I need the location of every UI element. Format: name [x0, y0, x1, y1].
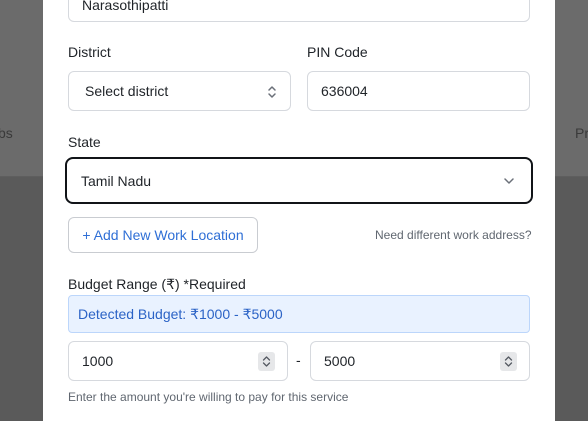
budget-range-label: Budget Range (₹) *Required	[68, 276, 246, 292]
budget-min-value: 1000	[82, 353, 114, 369]
budget-helper-text: Enter the amount you're willing to pay f…	[68, 390, 349, 404]
stepper-arrows-icon	[262, 356, 271, 367]
background-tab-text-left: bs	[0, 125, 13, 141]
budget-range-separator: -	[296, 352, 301, 368]
district-label: District	[68, 44, 111, 60]
updown-chevron-icon	[268, 86, 276, 98]
stepper-arrows-icon	[504, 356, 513, 367]
state-selected-value: Tamil Nadu	[81, 172, 152, 189]
district-select[interactable]: Select district	[68, 71, 291, 111]
address-value: Narasothipatti	[82, 0, 169, 13]
background-tab-text-right: Pr	[575, 125, 588, 141]
budget-max-value: 5000	[324, 353, 356, 369]
district-selected-value: Select district	[85, 83, 169, 99]
budget-max-stepper[interactable]	[500, 352, 517, 371]
state-select[interactable]: Tamil Nadu	[65, 157, 533, 204]
pin-code-value: 636004	[321, 83, 368, 99]
pin-code-label: PIN Code	[307, 44, 368, 60]
pin-code-input[interactable]: 636004	[307, 71, 530, 111]
work-location-modal: Narasothipatti District PIN Code Select …	[43, 0, 555, 421]
state-label: State	[68, 134, 101, 150]
budget-min-input[interactable]: 1000	[68, 341, 288, 381]
address-input[interactable]: Narasothipatti	[68, 0, 530, 22]
different-address-hint: Need different work address?	[375, 228, 532, 242]
chevron-down-icon	[504, 178, 514, 184]
detected-budget-text: Detected Budget: ₹1000 - ₹5000	[78, 305, 283, 322]
add-work-location-button[interactable]: + Add New Work Location	[68, 217, 258, 253]
detected-budget-banner: Detected Budget: ₹1000 - ₹5000	[68, 295, 530, 333]
budget-min-stepper[interactable]	[258, 352, 275, 371]
budget-max-input[interactable]: 5000	[310, 341, 530, 381]
